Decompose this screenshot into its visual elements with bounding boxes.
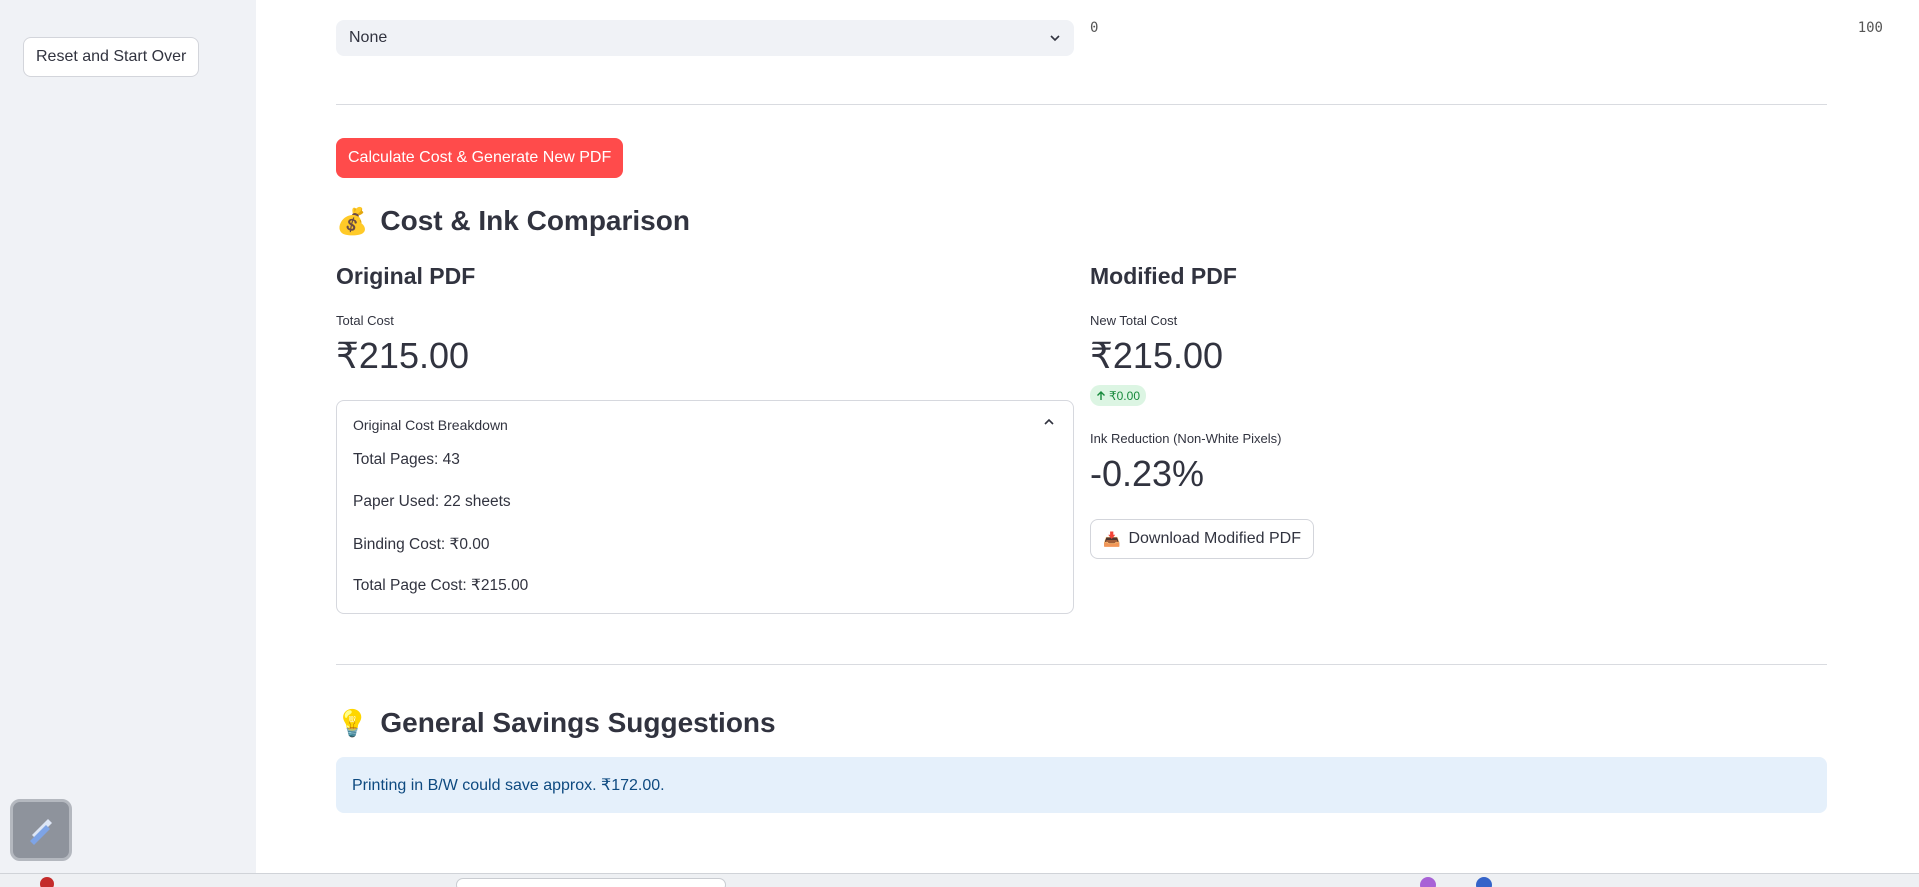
divider (336, 664, 1827, 665)
sidebar: Reset and Start Over (0, 0, 256, 873)
slider-max-label: 100 (1857, 20, 1883, 36)
original-title: Original PDF (336, 263, 476, 289)
divider (336, 104, 1827, 105)
taskbar (0, 873, 1919, 887)
breakdown-line: Binding Cost: ₹0.00 (353, 536, 490, 553)
original-cost-value: ₹215.00 (336, 335, 470, 376)
breakdown-line: Paper Used: 22 sheets (353, 493, 511, 510)
ink-reduction-value: -0.23% (1090, 453, 1205, 494)
options-select[interactable]: None (336, 20, 1074, 56)
money-bag-icon: 💰 (336, 205, 369, 236)
chevron-down-icon (1050, 35, 1060, 42)
breakdown-header: Original Cost Breakdown (353, 417, 508, 433)
download-button[interactable]: 📥 Download Modified PDF (1090, 519, 1314, 559)
breakdown-line: Total Page Cost: ₹215.00 (353, 577, 529, 594)
taskbar-app-icon[interactable] (1476, 877, 1492, 887)
suggestion-info-box: Printing in B/W could save approx. ₹172.… (336, 757, 1827, 813)
app-badge-icon[interactable] (40, 877, 54, 887)
chevron-up-icon[interactable] (1043, 415, 1055, 431)
delta-value: ₹0.00 (1109, 388, 1140, 403)
suggestion-message: Printing in B/W could save approx. ₹172.… (352, 777, 665, 794)
app-logo-icon[interactable] (10, 799, 72, 861)
inbox-tray-icon: 📥 (1103, 530, 1121, 547)
light-bulb-icon: 💡 (336, 707, 369, 738)
download-label: Download Modified PDF (1128, 530, 1301, 547)
comparison-title: Cost & Ink Comparison (380, 205, 690, 236)
suggestions-heading: 💡 General Savings Suggestions (336, 707, 776, 739)
calculate-button[interactable]: Calculate Cost & Generate New PDF (336, 138, 624, 178)
cost-breakdown-expander[interactable]: Original Cost Breakdown Total Pages: 43 … (336, 400, 1074, 614)
breakdown-line: Total Pages: 43 (353, 451, 460, 468)
taskbar-search[interactable] (456, 878, 726, 887)
comparison-heading: 💰 Cost & Ink Comparison (336, 205, 690, 237)
ink-reduction-label: Ink Reduction (Non-White Pixels) (1090, 431, 1282, 446)
slider-min-label: 0 (1090, 20, 1099, 36)
new-cost-value: ₹215.00 (1090, 335, 1224, 376)
original-cost-label: Total Cost (336, 313, 394, 328)
new-cost-label: New Total Cost (1090, 313, 1178, 328)
taskbar-app-icon[interactable] (1420, 877, 1436, 887)
modified-title: Modified PDF (1090, 263, 1237, 289)
main-content: None 0 100 Calculate Cost & Generate New… (256, 0, 1919, 873)
cost-delta-badge: ₹0.00 (1090, 385, 1146, 406)
arrow-up-icon (1097, 390, 1105, 400)
suggestions-title: General Savings Suggestions (380, 707, 776, 738)
select-value: None (349, 29, 388, 46)
reset-button[interactable]: Reset and Start Over (23, 37, 200, 77)
